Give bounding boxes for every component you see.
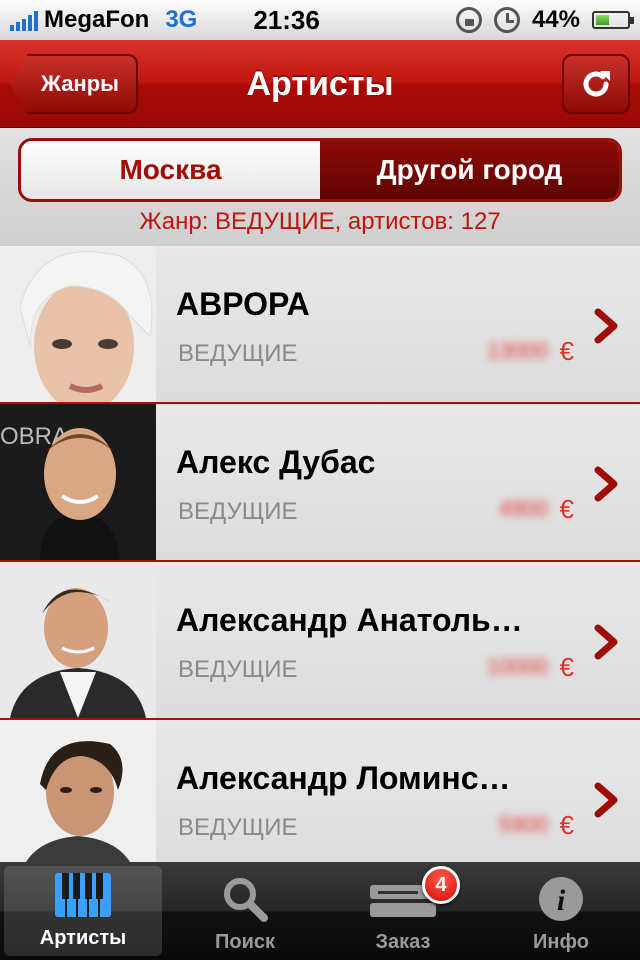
artist-genre: ВЕДУЩИЕ bbox=[178, 498, 298, 525]
artist-name: АВРОРА bbox=[176, 286, 310, 322]
artist-photo bbox=[0, 246, 156, 402]
artist-row[interactable]: Александр Ломинс… ВЕДУЩИЕ 5900 € bbox=[0, 720, 640, 862]
navigation-bar: Жанры Артисты bbox=[0, 40, 640, 128]
page-title: Артисты bbox=[246, 64, 394, 103]
artist-price: 5900 bbox=[499, 812, 548, 837]
tab-label: Инфо bbox=[533, 931, 589, 953]
city-segmented-control: Москва Другой город bbox=[18, 138, 622, 202]
tab-label: Поиск bbox=[214, 931, 276, 953]
chevron-right-icon bbox=[594, 782, 618, 818]
currency-symbol: € bbox=[559, 336, 574, 366]
artist-price: 4900 bbox=[499, 496, 548, 521]
tab-info[interactable]: i Инфо bbox=[482, 862, 640, 960]
svg-text:i: i bbox=[557, 884, 566, 917]
currency-symbol: € bbox=[559, 652, 574, 682]
chevron-right-icon bbox=[594, 308, 618, 344]
carrier-name: MegaFon bbox=[44, 6, 150, 33]
artist-price: 10000 bbox=[486, 654, 548, 679]
tab-label: Артисты bbox=[39, 927, 127, 949]
alarm-clock-icon bbox=[493, 7, 520, 33]
artist-row[interactable]: OBRA Алекс Дубас ВЕДУЩИЕ 4900 € bbox=[0, 404, 640, 562]
artist-price: 13000 bbox=[486, 338, 548, 363]
info-icon: i bbox=[536, 871, 586, 927]
clock-time: 21:36 bbox=[253, 4, 320, 35]
network-type: 3G bbox=[165, 6, 198, 33]
chevron-right-icon bbox=[594, 466, 618, 502]
segment-moscow[interactable]: Москва bbox=[21, 141, 320, 199]
artist-photo: OBRA bbox=[0, 404, 156, 560]
search-icon bbox=[220, 871, 270, 927]
artist-name: Александр Анатоль… bbox=[176, 602, 523, 638]
filter-area: Москва Другой город Жанр: ВЕДУЩИЕ, артис… bbox=[0, 128, 640, 246]
refresh-icon bbox=[583, 71, 610, 97]
signal-strength-icon bbox=[10, 9, 38, 31]
currency-symbol: € bbox=[559, 494, 574, 524]
piano-keys-icon bbox=[53, 867, 113, 923]
artist-name: Алекс Дубас bbox=[176, 444, 376, 480]
artist-genre: ВЕДУЩИЕ bbox=[178, 656, 298, 683]
segment-other-city[interactable]: Другой город bbox=[320, 141, 619, 199]
chevron-right-icon bbox=[594, 624, 618, 660]
tab-search[interactable]: Поиск bbox=[166, 862, 324, 960]
genre-info-text: Жанр: ВЕДУЩИЕ, артистов: 127 bbox=[139, 208, 501, 235]
back-button-genres[interactable]: Жанры bbox=[10, 54, 138, 114]
battery-percent: 44% bbox=[531, 6, 580, 33]
status-bar: MegaFon 3G 21:36 44% bbox=[0, 0, 640, 40]
artist-list[interactable]: АВРОРА ВЕДУЩИЕ 13000 € OBRA Алекс Дубас … bbox=[0, 246, 640, 862]
battery-icon bbox=[592, 11, 634, 29]
refresh-button[interactable] bbox=[562, 54, 630, 114]
tab-bar: Артисты Поиск 4 Заказ i Инфо bbox=[0, 862, 640, 960]
artist-photo bbox=[0, 562, 156, 718]
rotation-lock-icon bbox=[455, 7, 482, 33]
currency-symbol: € bbox=[559, 810, 574, 840]
order-count-badge: 4 bbox=[422, 866, 460, 904]
artist-name: Александр Ломинс… bbox=[176, 760, 511, 796]
tab-label: Заказ bbox=[375, 931, 431, 953]
tab-order[interactable]: 4 Заказ bbox=[324, 862, 482, 960]
tab-artists[interactable]: Артисты bbox=[4, 866, 162, 956]
back-button-label: Жанры bbox=[41, 71, 119, 96]
artist-row[interactable]: АВРОРА ВЕДУЩИЕ 13000 € bbox=[0, 246, 640, 404]
artist-photo bbox=[0, 720, 156, 862]
artist-row[interactable]: Александр Анатоль… ВЕДУЩИЕ 10000 € bbox=[0, 562, 640, 720]
artist-genre: ВЕДУЩИЕ bbox=[178, 814, 298, 841]
artist-genre: ВЕДУЩИЕ bbox=[178, 340, 298, 367]
